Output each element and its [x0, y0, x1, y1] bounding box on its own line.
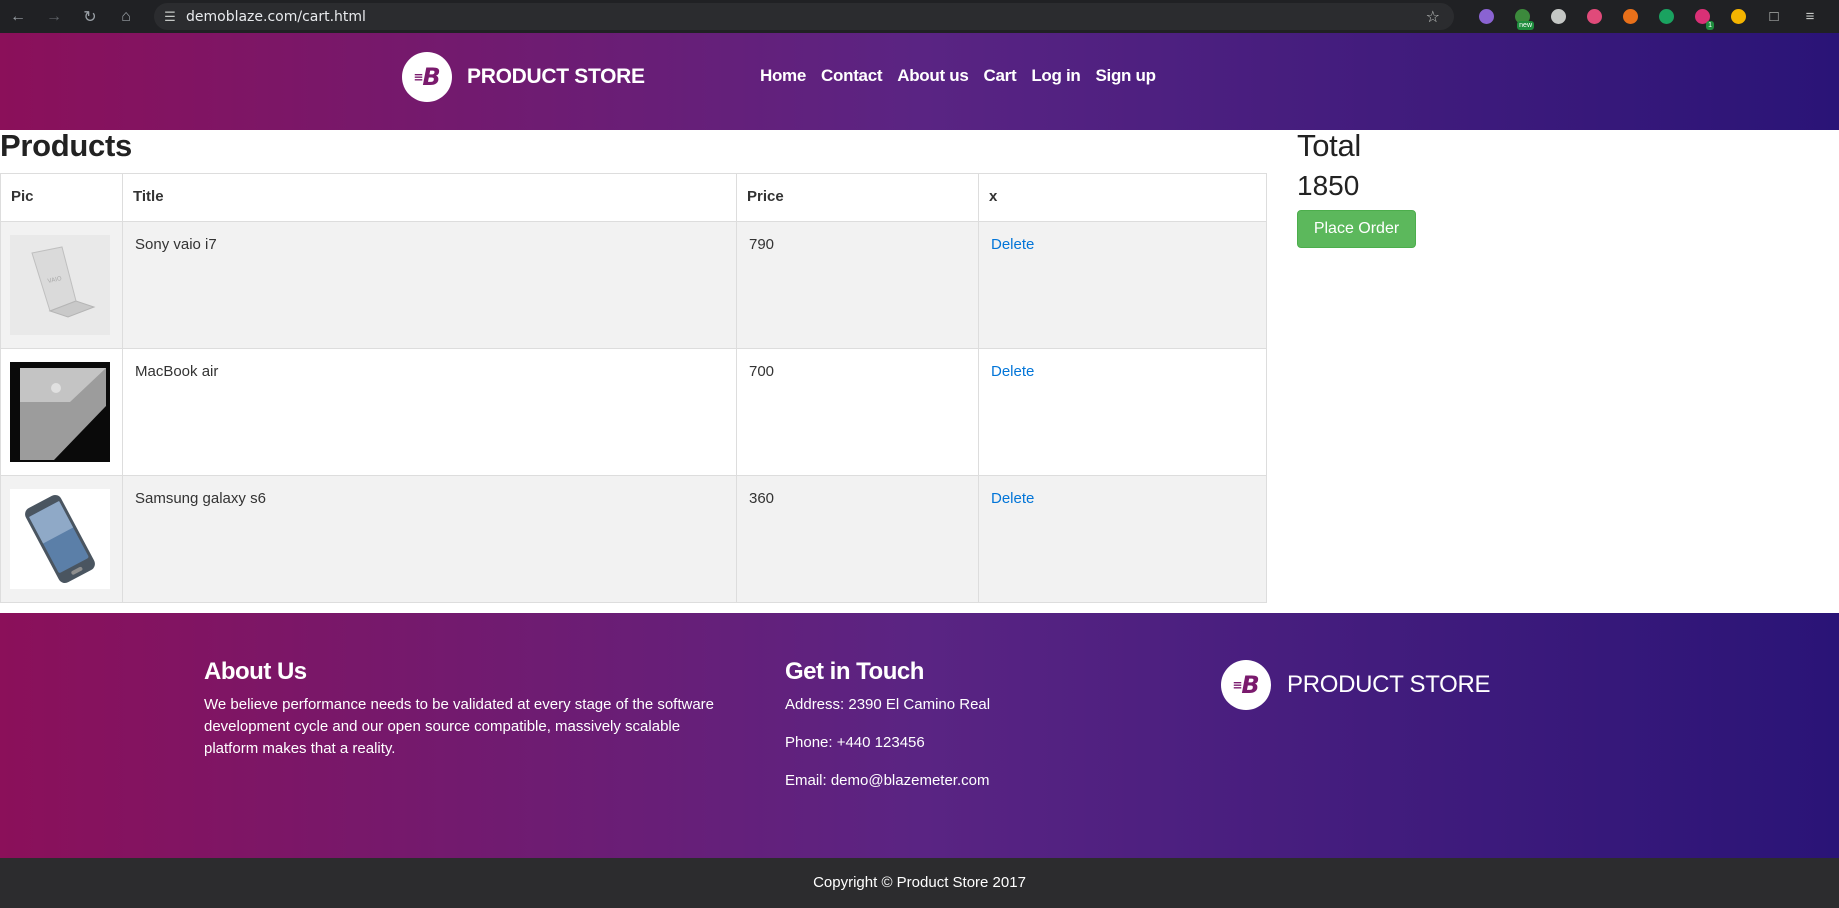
- extension-badge: 1: [1706, 21, 1714, 30]
- table-row: VAIO Sony vaio i7 790 Delete: [0, 221, 1267, 349]
- delete-cell: Delete: [978, 221, 1267, 349]
- address-bar[interactable]: ☰ demoblaze.com/cart.html ☆: [154, 3, 1454, 30]
- back-arrow-icon[interactable]: ←: [0, 0, 36, 33]
- footer-about-text: We believe performance needs to be valid…: [204, 696, 715, 757]
- nav-log-in[interactable]: Log in: [1031, 66, 1080, 86]
- delete-link[interactable]: Delete: [991, 490, 1034, 507]
- puzzle-gear-icon[interactable]: [1468, 0, 1504, 33]
- product-price: 790: [736, 221, 979, 349]
- extensions-puzzle-icon[interactable]: □: [1756, 0, 1792, 33]
- bookmark-star-icon[interactable]: ☆: [1426, 7, 1440, 27]
- product-title: Sony vaio i7: [122, 221, 737, 349]
- delete-cell: Delete: [978, 475, 1267, 603]
- footer-email: Email: demo@blazemeter.com: [785, 772, 990, 789]
- coin-icon[interactable]: [1720, 0, 1756, 33]
- column-header-price: Price: [736, 173, 979, 222]
- site-footer: About Us We believe performance needs to…: [0, 613, 1839, 858]
- reload-icon[interactable]: ↻: [72, 0, 108, 33]
- fox-icon[interactable]: [1612, 0, 1648, 33]
- order-summary: Total 1850 Place Order: [1297, 128, 1416, 248]
- footer-about: About Us We believe performance needs to…: [204, 658, 734, 760]
- brand-name: PRODUCT STORE: [467, 65, 645, 88]
- footer-contact-title: Get in Touch: [785, 658, 924, 685]
- copyright-bar: Copyright © Product Store 2017: [0, 858, 1839, 908]
- extensions-bar: new 1 □ ≡: [1468, 0, 1828, 33]
- products-heading: Products: [0, 128, 132, 163]
- product-title: Samsung galaxy s6: [122, 475, 737, 603]
- blazemeter-logo-icon: ≡ B: [1221, 660, 1271, 710]
- reading-list-icon[interactable]: ≡: [1792, 0, 1828, 33]
- extension-badge: new: [1517, 21, 1534, 30]
- footer-phone: Phone: +440 123456: [785, 734, 925, 751]
- nav-home[interactable]: Home: [760, 66, 806, 86]
- samsung-galaxy-s6-image: [10, 489, 110, 589]
- table-row: Samsung galaxy s6 360 Delete: [0, 475, 1267, 603]
- total-value: 1850: [1297, 170, 1360, 201]
- cart-table: Pic Title Price x VAIO Sony vaio i7 790 …: [0, 173, 1267, 603]
- column-header-pic: Pic: [0, 173, 123, 222]
- column-header-x: x: [978, 173, 1267, 222]
- delete-link[interactable]: Delete: [991, 236, 1034, 253]
- product-price: 360: [736, 475, 979, 603]
- product-title: MacBook air: [122, 348, 737, 476]
- clip-icon[interactable]: 1: [1684, 0, 1720, 33]
- shield-check-icon[interactable]: [1648, 0, 1684, 33]
- footer-address: Address: 2390 El Camino Real: [785, 696, 991, 713]
- total-label: Total: [1297, 128, 1361, 163]
- address-bar-url[interactable]: demoblaze.com/cart.html: [186, 9, 366, 25]
- footer-about-title: About Us: [204, 658, 307, 685]
- browser-toolbar: ← → ↻ ⌂ ☰ demoblaze.com/cart.html ☆ new 1…: [0, 0, 1839, 33]
- footer-brand: ≡ B PRODUCT STORE: [1221, 660, 1491, 710]
- sony-vaio-laptop-image: VAIO: [10, 235, 110, 335]
- table-row: MacBook air 700 Delete: [0, 348, 1267, 476]
- nav-contact[interactable]: Contact: [821, 66, 882, 86]
- footer-contact: Get in Touch Address: 2390 El Camino Rea…: [785, 658, 1125, 792]
- nav-sign-up[interactable]: Sign up: [1096, 66, 1157, 86]
- eyedropper-icon[interactable]: [1540, 0, 1576, 33]
- pic-cell: VAIO: [0, 221, 123, 349]
- nav-about-us[interactable]: About us: [897, 66, 969, 86]
- blazemeter-logo-icon: ≡ B: [402, 52, 452, 102]
- footer-brand-name: PRODUCT STORE: [1287, 671, 1491, 698]
- site-header: ≡ B PRODUCT STORE Home Contact About us C…: [0, 33, 1839, 130]
- pic-cell: [0, 475, 123, 603]
- forward-arrow-icon[interactable]: →: [36, 0, 72, 33]
- delete-link[interactable]: Delete: [991, 363, 1034, 380]
- column-header-title: Title: [122, 173, 737, 222]
- place-order-button[interactable]: Place Order: [1297, 210, 1416, 248]
- nav-cart[interactable]: Cart: [984, 66, 1017, 86]
- site-info-icon[interactable]: ☰: [154, 9, 186, 25]
- pic-cell: [0, 348, 123, 476]
- delete-cell: Delete: [978, 348, 1267, 476]
- color-ring-icon[interactable]: [1576, 0, 1612, 33]
- macbook-air-image: [10, 362, 110, 462]
- top-navigation: Home Contact About us Cart Log in Sign u…: [760, 66, 1171, 86]
- home-icon[interactable]: ⌂: [108, 0, 144, 33]
- brand-link[interactable]: ≡ B PRODUCT STORE: [402, 52, 645, 102]
- table-header-row: Pic Title Price x: [0, 173, 1267, 222]
- product-price: 700: [736, 348, 979, 476]
- new-badge-icon[interactable]: new: [1504, 0, 1540, 33]
